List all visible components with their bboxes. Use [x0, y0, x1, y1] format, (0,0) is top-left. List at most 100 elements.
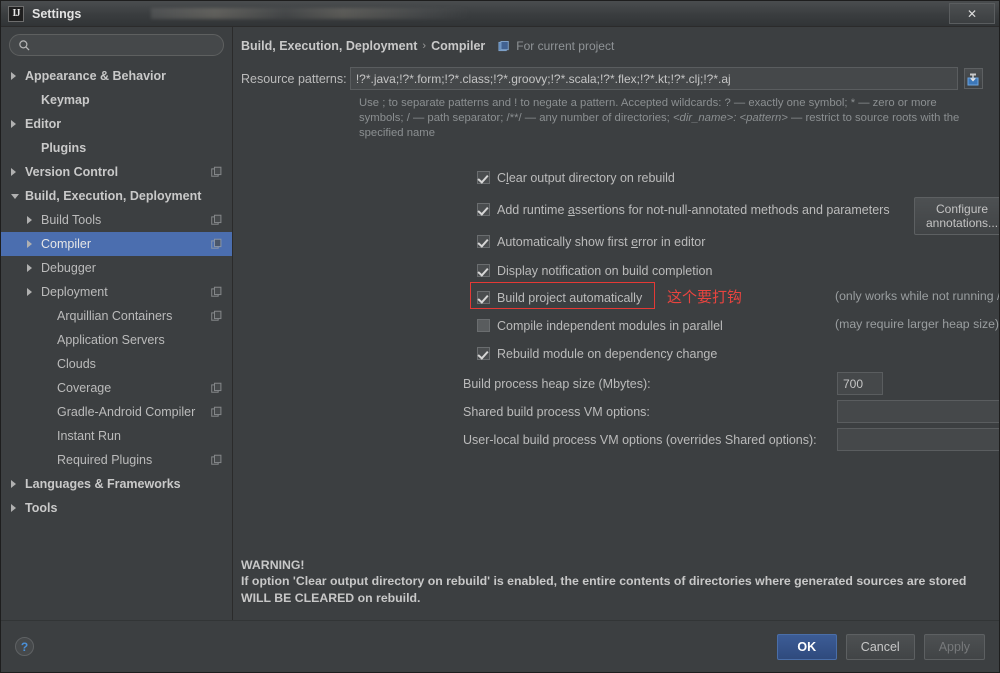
- sidebar-item-plugins[interactable]: Plugins: [1, 136, 232, 160]
- chevron-right-icon[interactable]: [11, 120, 25, 128]
- config-copy-icon: [211, 383, 222, 394]
- configure-annotations-button[interactable]: Configure annotations...: [914, 197, 999, 235]
- checkbox-rebuild-dependency[interactable]: Rebuild module on dependency change: [477, 345, 717, 362]
- note-parallel: (may require larger heap size): [835, 317, 999, 331]
- sidebar-item-label: Keymap: [41, 93, 90, 107]
- warning-title: WARNING!: [241, 557, 966, 574]
- sidebar-item-keymap[interactable]: Keymap: [1, 88, 232, 112]
- hint-line-2b: — restrict to source roots with the: [788, 112, 959, 124]
- sidebar-item-instant-run[interactable]: Instant Run: [1, 424, 232, 448]
- checkbox-parallel-modules[interactable]: Compile independent modules in parallel: [477, 317, 723, 334]
- chevron-right-icon[interactable]: [11, 72, 25, 80]
- sidebar-item-label: Appearance & Behavior: [25, 69, 166, 83]
- apply-button[interactable]: Apply: [924, 634, 985, 660]
- checkbox-display-notification-box[interactable]: [477, 264, 490, 277]
- sidebar-item-build-execution-deployment[interactable]: Build, Execution, Deployment: [1, 184, 232, 208]
- annotation-text: 这个要打钩: [667, 286, 742, 307]
- breadcrumb-current: Compiler: [431, 39, 485, 53]
- sidebar-item-arquillian-containers[interactable]: Arquillian Containers: [1, 304, 232, 328]
- checkbox-runtime-assertions[interactable]: Add runtime assertions for not-null-anno…: [477, 201, 890, 218]
- checkbox-runtime-assertions-box[interactable]: [477, 203, 490, 216]
- settings-tree: Appearance & Behavior Keymap EditorPlugins…: [1, 62, 232, 620]
- checkbox-clear-output[interactable]: Clear output directory on rebuild: [477, 169, 675, 186]
- sidebar-item-debugger[interactable]: Debugger: [1, 256, 232, 280]
- chevron-right-icon[interactable]: [27, 288, 41, 296]
- chevron-right-icon[interactable]: [11, 504, 25, 512]
- config-copy-icon: [211, 407, 222, 418]
- resource-patterns-label: Resource patterns:: [241, 72, 350, 86]
- heap-size-row: Build process heap size (Mbytes):: [463, 372, 883, 395]
- sidebar-item-label: Deployment: [41, 285, 108, 299]
- chevron-right-icon[interactable]: [11, 168, 25, 176]
- resource-patterns-input[interactable]: [350, 67, 958, 90]
- chevron-right-icon[interactable]: [27, 240, 41, 248]
- hint-line-2a: symbols; / — path separator; /**/ — any …: [359, 112, 673, 124]
- heap-size-input[interactable]: [837, 372, 883, 395]
- ok-button[interactable]: OK: [777, 634, 837, 660]
- chevron-right-icon[interactable]: [11, 480, 25, 488]
- sidebar-item-appearance-behavior[interactable]: Appearance & Behavior: [1, 64, 232, 88]
- shared-vm-options-label: Shared build process VM options:: [463, 405, 837, 419]
- config-copy-icon: [211, 215, 222, 226]
- checkbox-display-notification[interactable]: Display notification on build completion: [477, 262, 712, 279]
- sidebar-item-compiler[interactable]: Compiler: [1, 232, 232, 256]
- intellij-logo-icon: IJ: [8, 6, 24, 22]
- checkbox-build-automatically-box[interactable]: [477, 291, 490, 304]
- user-vm-options-label: User-local build process VM options (ove…: [463, 433, 837, 447]
- user-vm-options-row: User-local build process VM options (ove…: [463, 428, 999, 451]
- chevron-down-icon[interactable]: [11, 194, 25, 199]
- shared-vm-options-input[interactable]: [837, 400, 999, 423]
- help-icon[interactable]: ?: [15, 637, 34, 656]
- sidebar-item-build-tools[interactable]: Build Tools: [1, 208, 232, 232]
- sidebar-item-languages-frameworks[interactable]: Languages & Frameworks: [1, 472, 232, 496]
- sidebar-item-gradle-android-compiler[interactable]: Gradle-Android Compiler: [1, 400, 232, 424]
- chevron-right-icon[interactable]: [27, 216, 41, 224]
- search-box[interactable]: [9, 34, 224, 56]
- footer-buttons: OK Cancel Apply: [777, 634, 985, 660]
- breadcrumb: Build, Execution, Deployment › Compiler …: [241, 39, 983, 53]
- sidebar-item-clouds[interactable]: Clouds: [1, 352, 232, 376]
- close-icon[interactable]: ✕: [949, 3, 995, 24]
- checkbox-parallel-modules-box[interactable]: [477, 319, 490, 332]
- sidebar-item-coverage[interactable]: Coverage: [1, 376, 232, 400]
- checkbox-build-automatically[interactable]: Build project automatically: [477, 289, 642, 306]
- resource-patterns-hint: Use ; to separate patterns and ! to nega…: [359, 96, 983, 141]
- sidebar-item-application-servers[interactable]: Application Servers: [1, 328, 232, 352]
- hint-line-1: Use ; to separate patterns and ! to nega…: [359, 97, 937, 109]
- settings-dialog: IJ Settings ✕ Appearance & BehaviorKeyma…: [0, 0, 1000, 673]
- checkbox-show-first-error[interactable]: Automatically show first error in editor: [477, 233, 705, 250]
- sidebar-item-editor[interactable]: Editor: [1, 112, 232, 136]
- sidebar-item-tools[interactable]: Tools: [1, 496, 232, 520]
- sidebar-item-version-control[interactable]: Version Control: [1, 160, 232, 184]
- checkbox-build-automatically-label: Build project automatically: [497, 291, 642, 305]
- search-input[interactable]: [36, 37, 215, 53]
- resource-patterns-row: Resource patterns:: [241, 67, 983, 90]
- cancel-button[interactable]: Cancel: [846, 634, 915, 660]
- chevron-right-icon[interactable]: [27, 264, 41, 272]
- sidebar-item-label: Build Tools: [41, 213, 101, 227]
- settings-sidebar: Appearance & Behavior Keymap EditorPlugins…: [1, 27, 233, 620]
- compiler-settings-panel: Build, Execution, Deployment › Compiler …: [233, 27, 999, 620]
- checkbox-rebuild-dependency-box[interactable]: [477, 347, 490, 360]
- sidebar-item-deployment[interactable]: Deployment: [1, 280, 232, 304]
- checkbox-clear-output-box[interactable]: [477, 171, 490, 184]
- hint-dir-name: <dir_name>: <pattern>: [673, 112, 788, 124]
- sidebar-item-required-plugins[interactable]: Required Plugins: [1, 448, 232, 472]
- sidebar-item-label: Tools: [25, 501, 57, 515]
- breadcrumb-parent[interactable]: Build, Execution, Deployment: [241, 39, 417, 53]
- config-copy-icon: [211, 239, 222, 250]
- insert-pattern-icon[interactable]: [964, 68, 983, 89]
- sidebar-item-label: Coverage: [57, 381, 111, 395]
- title-bar-artifact: [151, 8, 471, 19]
- sidebar-item-label: Build, Execution, Deployment: [25, 189, 201, 203]
- sidebar-item-label: Clouds: [57, 357, 96, 371]
- sidebar-item-label: Required Plugins: [57, 453, 152, 467]
- checkbox-show-first-error-box[interactable]: [477, 235, 490, 248]
- user-vm-options-input[interactable]: [837, 428, 999, 451]
- warning-line-3: WILL BE CLEARED on rebuild.: [241, 590, 966, 607]
- breadcrumb-separator: ›: [422, 40, 426, 52]
- sidebar-item-label: Gradle-Android Compiler: [57, 405, 195, 419]
- config-copy-icon: [211, 311, 222, 322]
- scope-label: For current project: [516, 39, 614, 53]
- sidebar-item-label: Languages & Frameworks: [25, 477, 181, 491]
